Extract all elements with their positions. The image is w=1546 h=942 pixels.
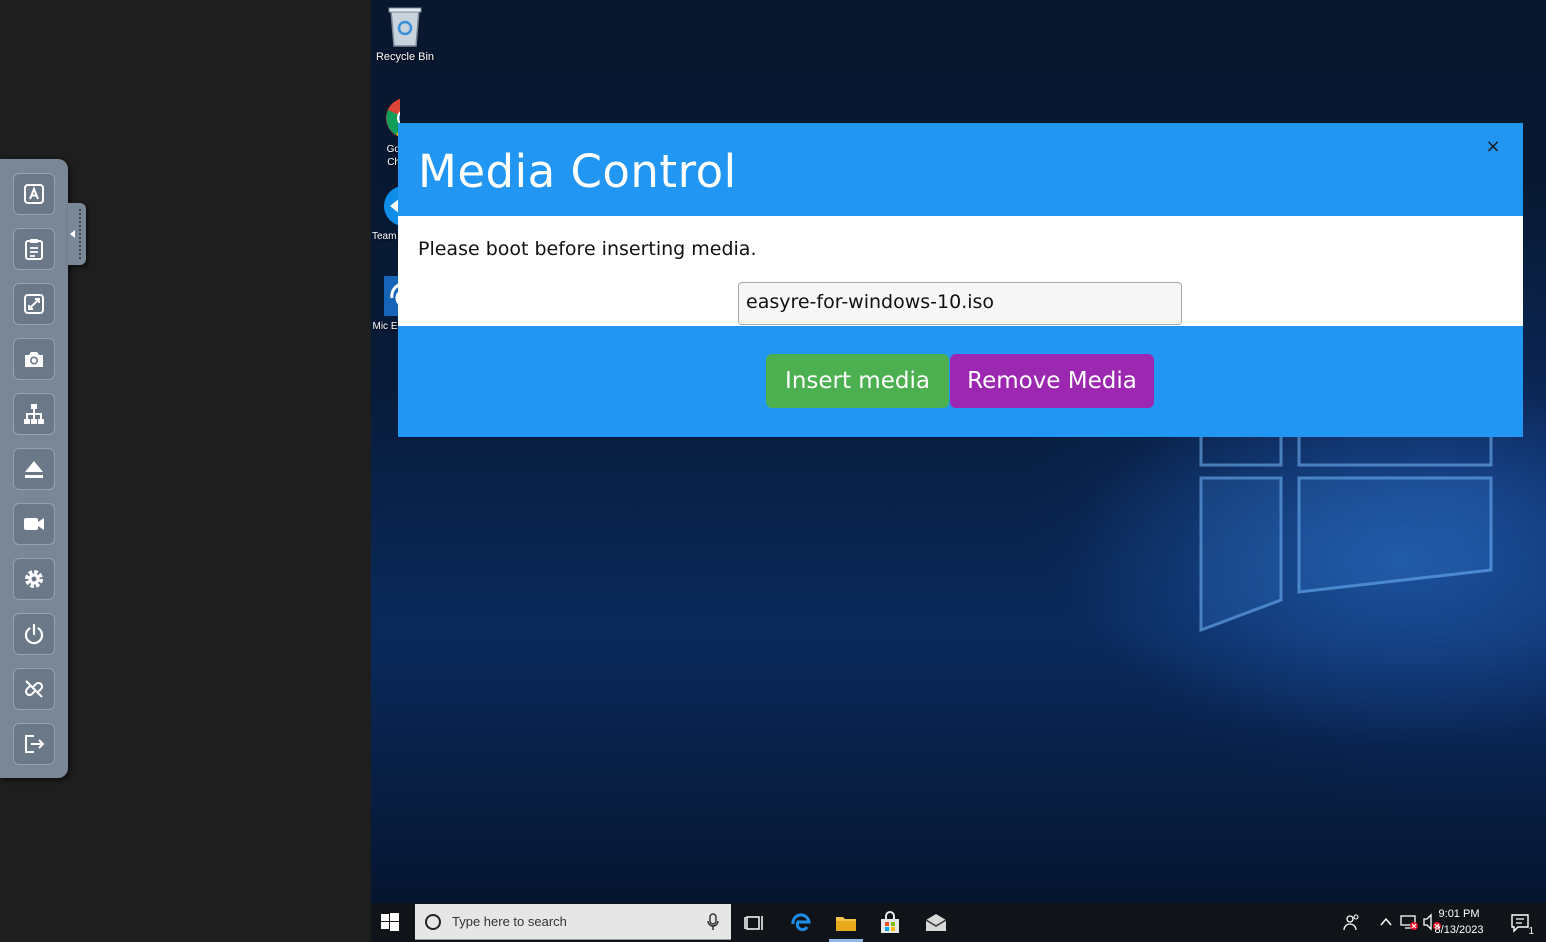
- search-placeholder: Type here to search: [452, 914, 567, 929]
- clock-time: 9:01 PM: [1438, 908, 1480, 920]
- windows-taskbar: Type here to search 9:01 PM 8/13/2023 1: [371, 903, 1546, 942]
- media-image-select[interactable]: easyre-for-windows-10.iso: [738, 282, 1182, 325]
- task-view-icon[interactable]: [743, 911, 767, 935]
- network-disconnected-icon[interactable]: [1399, 913, 1419, 931]
- record-button[interactable]: [13, 503, 55, 545]
- power-button[interactable]: [13, 613, 55, 655]
- screenshot-button[interactable]: [13, 338, 55, 380]
- media-eject-button[interactable]: [13, 448, 55, 490]
- recycle-bin-icon: [388, 7, 422, 47]
- boot-warning-message: Please boot before inserting media.: [418, 238, 757, 260]
- modal-title: Media Control: [418, 145, 737, 198]
- edge-icon: [384, 276, 398, 316]
- disconnect-icon: [24, 680, 44, 698]
- modal-footer: Insert media Remove Media: [398, 326, 1523, 437]
- media-control-modal: Media Control × Please boot before inser…: [398, 123, 1523, 437]
- people-icon[interactable]: [1343, 913, 1361, 931]
- console-side-panel: [0, 0, 371, 942]
- desktop-icon-recycle-bin[interactable]: Recycle Bin: [372, 4, 438, 63]
- desktop-icon-label: Go Ch: [386, 144, 400, 168]
- disconnect-button[interactable]: [13, 668, 55, 710]
- teamviewer-icon: [384, 186, 398, 226]
- desktop-icon-teamviewer[interactable]: Team: [372, 184, 398, 242]
- clock-date: 8/13/2023: [1434, 924, 1484, 936]
- remove-media-button[interactable]: Remove Media: [950, 354, 1154, 408]
- keyboard-button[interactable]: [13, 173, 55, 215]
- keyboard-icon: [24, 184, 44, 204]
- network-button[interactable]: [13, 393, 55, 435]
- desktop-icon-label: Recycle Bin: [375, 51, 435, 63]
- store-icon[interactable]: [878, 911, 902, 935]
- power-icon: [24, 623, 44, 645]
- clipboard-icon: [25, 239, 43, 260]
- chevron-up-icon[interactable]: [1379, 915, 1393, 929]
- mail-icon[interactable]: [924, 911, 948, 935]
- desktop-icon-label: Team: [372, 231, 397, 242]
- camera-icon: [25, 352, 43, 367]
- desktop-icon-edge[interactable]: Mic E: [372, 274, 398, 332]
- desktop-icon-chrome[interactable]: Go Ch: [372, 96, 400, 169]
- file-explorer-icon[interactable]: [834, 911, 858, 935]
- close-button[interactable]: ×: [1483, 137, 1503, 157]
- modal-header: Media Control ×: [398, 123, 1523, 216]
- grip-icon: [79, 209, 83, 259]
- logout-icon: [25, 735, 45, 753]
- fullscreen-button[interactable]: [13, 283, 55, 325]
- console-toolbar: [0, 159, 68, 778]
- fullscreen-icon: [24, 294, 44, 314]
- action-center-button[interactable]: 1: [1510, 912, 1534, 937]
- toolbar-collapse-handle[interactable]: [68, 203, 86, 265]
- eject-icon: [25, 461, 43, 478]
- gear-icon: [25, 570, 43, 588]
- desktop-icon-label: Mic E: [372, 321, 398, 332]
- video-icon: [24, 518, 44, 530]
- insert-media-button[interactable]: Insert media: [766, 354, 949, 408]
- edge-browser-icon[interactable]: [789, 911, 813, 935]
- clipboard-button[interactable]: [13, 228, 55, 270]
- modal-body: Please boot before inserting media. easy…: [398, 216, 1523, 326]
- settings-button[interactable]: [13, 558, 55, 600]
- microphone-icon[interactable]: [707, 913, 719, 931]
- notification-count: 1: [1528, 926, 1534, 937]
- taskbar-clock[interactable]: 9:01 PM 8/13/2023: [1424, 906, 1494, 938]
- taskbar-search-box[interactable]: Type here to search: [415, 904, 731, 940]
- network-icon: [24, 404, 44, 424]
- windows-start-icon[interactable]: [381, 913, 399, 931]
- collapse-arrow-icon: [70, 230, 75, 238]
- logout-button[interactable]: [13, 723, 55, 765]
- cortana-circle-icon: [425, 914, 441, 930]
